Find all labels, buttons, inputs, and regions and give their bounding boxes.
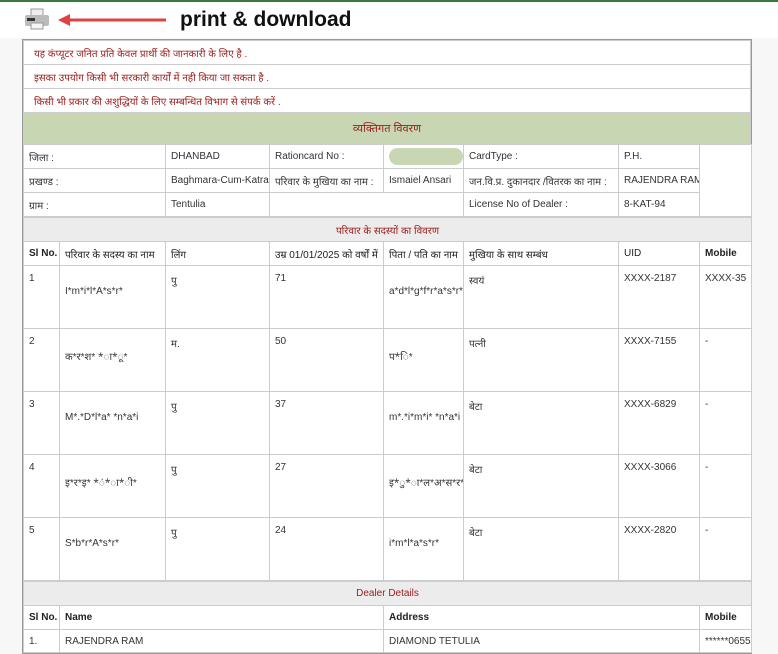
cardtype-value: P.H.	[618, 144, 700, 169]
column-header: उम्र 01/01/2025 को वर्षों में	[269, 241, 384, 266]
member-cell: 27	[269, 454, 384, 518]
village-value: Tentulia	[165, 192, 270, 217]
member-cell: XXXX-2820	[618, 517, 700, 581]
column-header: Mobile	[698, 241, 753, 266]
district-label: जिला :	[23, 144, 166, 169]
member-cell: 37	[269, 391, 384, 455]
column-header: पिता / पति का नाम	[383, 241, 464, 266]
ration-value-redacted	[383, 144, 464, 169]
column-header: Sl No.	[23, 605, 60, 630]
dealer-cell: DIAMOND TETULIA	[383, 629, 700, 653]
dealer-cell: 1.	[23, 629, 60, 653]
village-label: ग्राम :	[23, 192, 166, 217]
head-label: परिवार के मुखिया का नाम :	[269, 168, 384, 193]
member-row: 2 क*र*श* *ा*ू* म. 50 प*ि* पत्नी XXXX-7155-	[23, 328, 753, 392]
note: किसी भी प्रकार की अशुद्धियों के लिए सम्ब…	[23, 88, 751, 113]
member-cell: इ*ु*ा*ल*अ*स*र*	[383, 454, 464, 518]
arrow-icon	[58, 14, 166, 26]
member-cell: बेटा	[463, 454, 619, 518]
district-value: DHANBAD	[165, 144, 270, 169]
notes-table: यह कंप्यूटर जनित प्रति केवल प्रार्थी की …	[23, 40, 751, 144]
personal-table: जिला : DHANBAD Rationcard No : CardType …	[23, 144, 752, 217]
member-cell: 24	[269, 517, 384, 581]
cardtype-label: CardType :	[463, 144, 619, 169]
member-cell: पु	[165, 391, 270, 455]
dealer-cell: RAJENDRA RAM	[59, 629, 384, 653]
member-cell: XXXX-6829	[618, 391, 700, 455]
block-label: प्रखण्ड :	[23, 168, 166, 193]
empty-cell	[269, 192, 464, 217]
ration-label: Rationcard No :	[269, 144, 384, 169]
column-header: परिवार के सदस्य का नाम	[59, 241, 166, 266]
member-cell: XXXX-35	[698, 265, 753, 329]
column-header: लिंग	[165, 241, 270, 266]
dealer-label: जन.वि.प्र. दुकानदार /वितरक का नाम :	[463, 168, 619, 193]
column-header: UID	[618, 241, 700, 266]
personal-title: व्यक्तिगत विवरण	[23, 112, 751, 144]
toolbar: print & download	[0, 2, 778, 38]
member-cell: पु	[165, 265, 270, 329]
member-cell: -	[698, 391, 753, 455]
member-cell: 2	[23, 328, 60, 392]
member-row: 1 I*m*i*l*A*s*r* पु 71 a*d*l*g*f*r*a*s*r* स्व…	[23, 265, 753, 329]
note: इसका उपयोग किसी भी सरकारी कार्यों में नह…	[23, 64, 751, 89]
member-cell: i*m*l*a*s*r*	[383, 517, 464, 581]
member-cell: 71	[269, 265, 384, 329]
member-cell: -	[698, 454, 753, 518]
column-header: मुखिया के साथ सम्बंध	[463, 241, 619, 266]
member-cell: M*.*D*l*a* *n*a*i	[59, 391, 166, 455]
member-cell: S*b*r*A*s*r*	[59, 517, 166, 581]
dealer-table: Dealer Details Sl No. Name Address Mobile 1…	[23, 581, 752, 653]
member-cell: बेटा	[463, 391, 619, 455]
member-cell: XXXX-3066	[618, 454, 700, 518]
dealer-value: RAJENDRA RAM	[618, 168, 700, 193]
member-cell: पु	[165, 517, 270, 581]
column-header: Mobile	[699, 605, 752, 630]
block-value: Baghmara-Cum-Katras	[165, 168, 270, 193]
note: यह कंप्यूटर जनित प्रति केवल प्रार्थी की …	[23, 40, 751, 65]
member-cell: 50	[269, 328, 384, 392]
member-cell: क*र*श* *ा*ू*	[59, 328, 166, 392]
redacted-pill	[389, 148, 463, 165]
member-cell: -	[698, 328, 753, 392]
member-cell: I*m*i*l*A*s*r*	[59, 265, 166, 329]
empty-cell	[699, 144, 752, 217]
member-cell: इ*र*इ* *ं*ा*ी*	[59, 454, 166, 518]
member-row: 3 M*.*D*l*a* *n*a*i पु 37 m*.*i*m*i* *n*a*i ब…	[23, 391, 753, 455]
member-cell: पत्नी	[463, 328, 619, 392]
member-cell: a*d*l*g*f*r*a*s*r*	[383, 265, 464, 329]
member-cell: XXXX-2187	[618, 265, 700, 329]
license-label: License No of Dealer :	[463, 192, 619, 217]
print-download-label: print & download	[180, 8, 352, 31]
members-title: परिवार के सदस्यों का विवरण	[22, 217, 753, 242]
dealer-title: Dealer Details	[23, 581, 752, 606]
member-cell: म.	[165, 328, 270, 392]
member-cell: XXXX-7155	[618, 328, 700, 392]
member-row: 4 इ*र*इ* *ं*ा*ी* पु 27 इ*ु*ा*ल*अ*स*र* बेटा XXX…	[23, 454, 753, 518]
dealer-row: 1. RAJENDRA RAM DIAMOND TETULIA ******0655	[23, 629, 752, 653]
member-cell: पु	[165, 454, 270, 518]
column-header: Name	[59, 605, 384, 630]
member-cell: 1	[23, 265, 60, 329]
member-cell: 3	[23, 391, 60, 455]
ration-card-details: यह कंप्यूटर जनित प्रति केवल प्रार्थी की …	[22, 39, 753, 654]
column-header: Address	[383, 605, 700, 630]
dealer-cell: ******0655	[699, 629, 752, 653]
members-table: परिवार के सदस्यों का विवरण Sl No. परिवार …	[22, 217, 753, 581]
member-cell: m*.*i*m*i* *n*a*i	[383, 391, 464, 455]
member-cell: स्वयं	[463, 265, 619, 329]
head-value: Ismaiel Ansari	[383, 168, 464, 193]
member-cell: 4	[23, 454, 60, 518]
printer-icon[interactable]	[24, 8, 50, 30]
column-header: Sl No.	[23, 241, 60, 266]
member-cell: बेटा	[463, 517, 619, 581]
member-row: 5 S*b*r*A*s*r* पु 24 i*m*l*a*s*r* बेटा XXXX-28…	[23, 517, 753, 581]
license-value: 8-KAT-94	[618, 192, 700, 217]
member-cell: प*ि*	[383, 328, 464, 392]
member-cell: -	[698, 517, 753, 581]
member-cell: 5	[23, 517, 60, 581]
